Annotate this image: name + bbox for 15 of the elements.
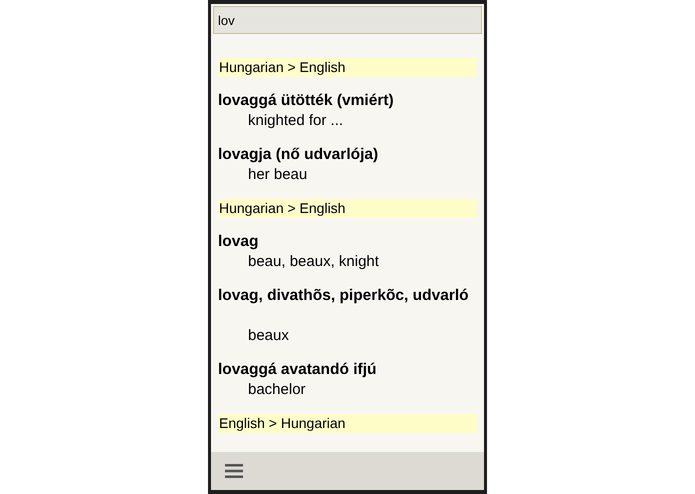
- translation[interactable]: beaux: [218, 306, 477, 346]
- headword[interactable]: lovag: [218, 232, 477, 252]
- headword[interactable]: lovag, divathõs, piperkõc, udvarló: [218, 286, 477, 306]
- section-header: Hungarian > English: [218, 199, 477, 218]
- menu-icon[interactable]: [225, 464, 243, 478]
- search-field[interactable]: lov: [213, 6, 482, 34]
- translation[interactable]: bachelor: [218, 380, 477, 400]
- section-header: Hungarian > English: [218, 58, 477, 77]
- translation[interactable]: her beau: [218, 165, 477, 185]
- headword[interactable]: lovagja (nő udvarlója): [218, 145, 477, 165]
- translation[interactable]: beau, beaux, knight: [218, 252, 477, 272]
- headword[interactable]: lovaggá ütötték (vmiért): [218, 91, 477, 111]
- section-header: English > Hungarian: [218, 414, 477, 433]
- translation[interactable]: knighted for ...: [218, 111, 477, 131]
- headword[interactable]: lovaggá avatandó ifjú: [218, 360, 477, 380]
